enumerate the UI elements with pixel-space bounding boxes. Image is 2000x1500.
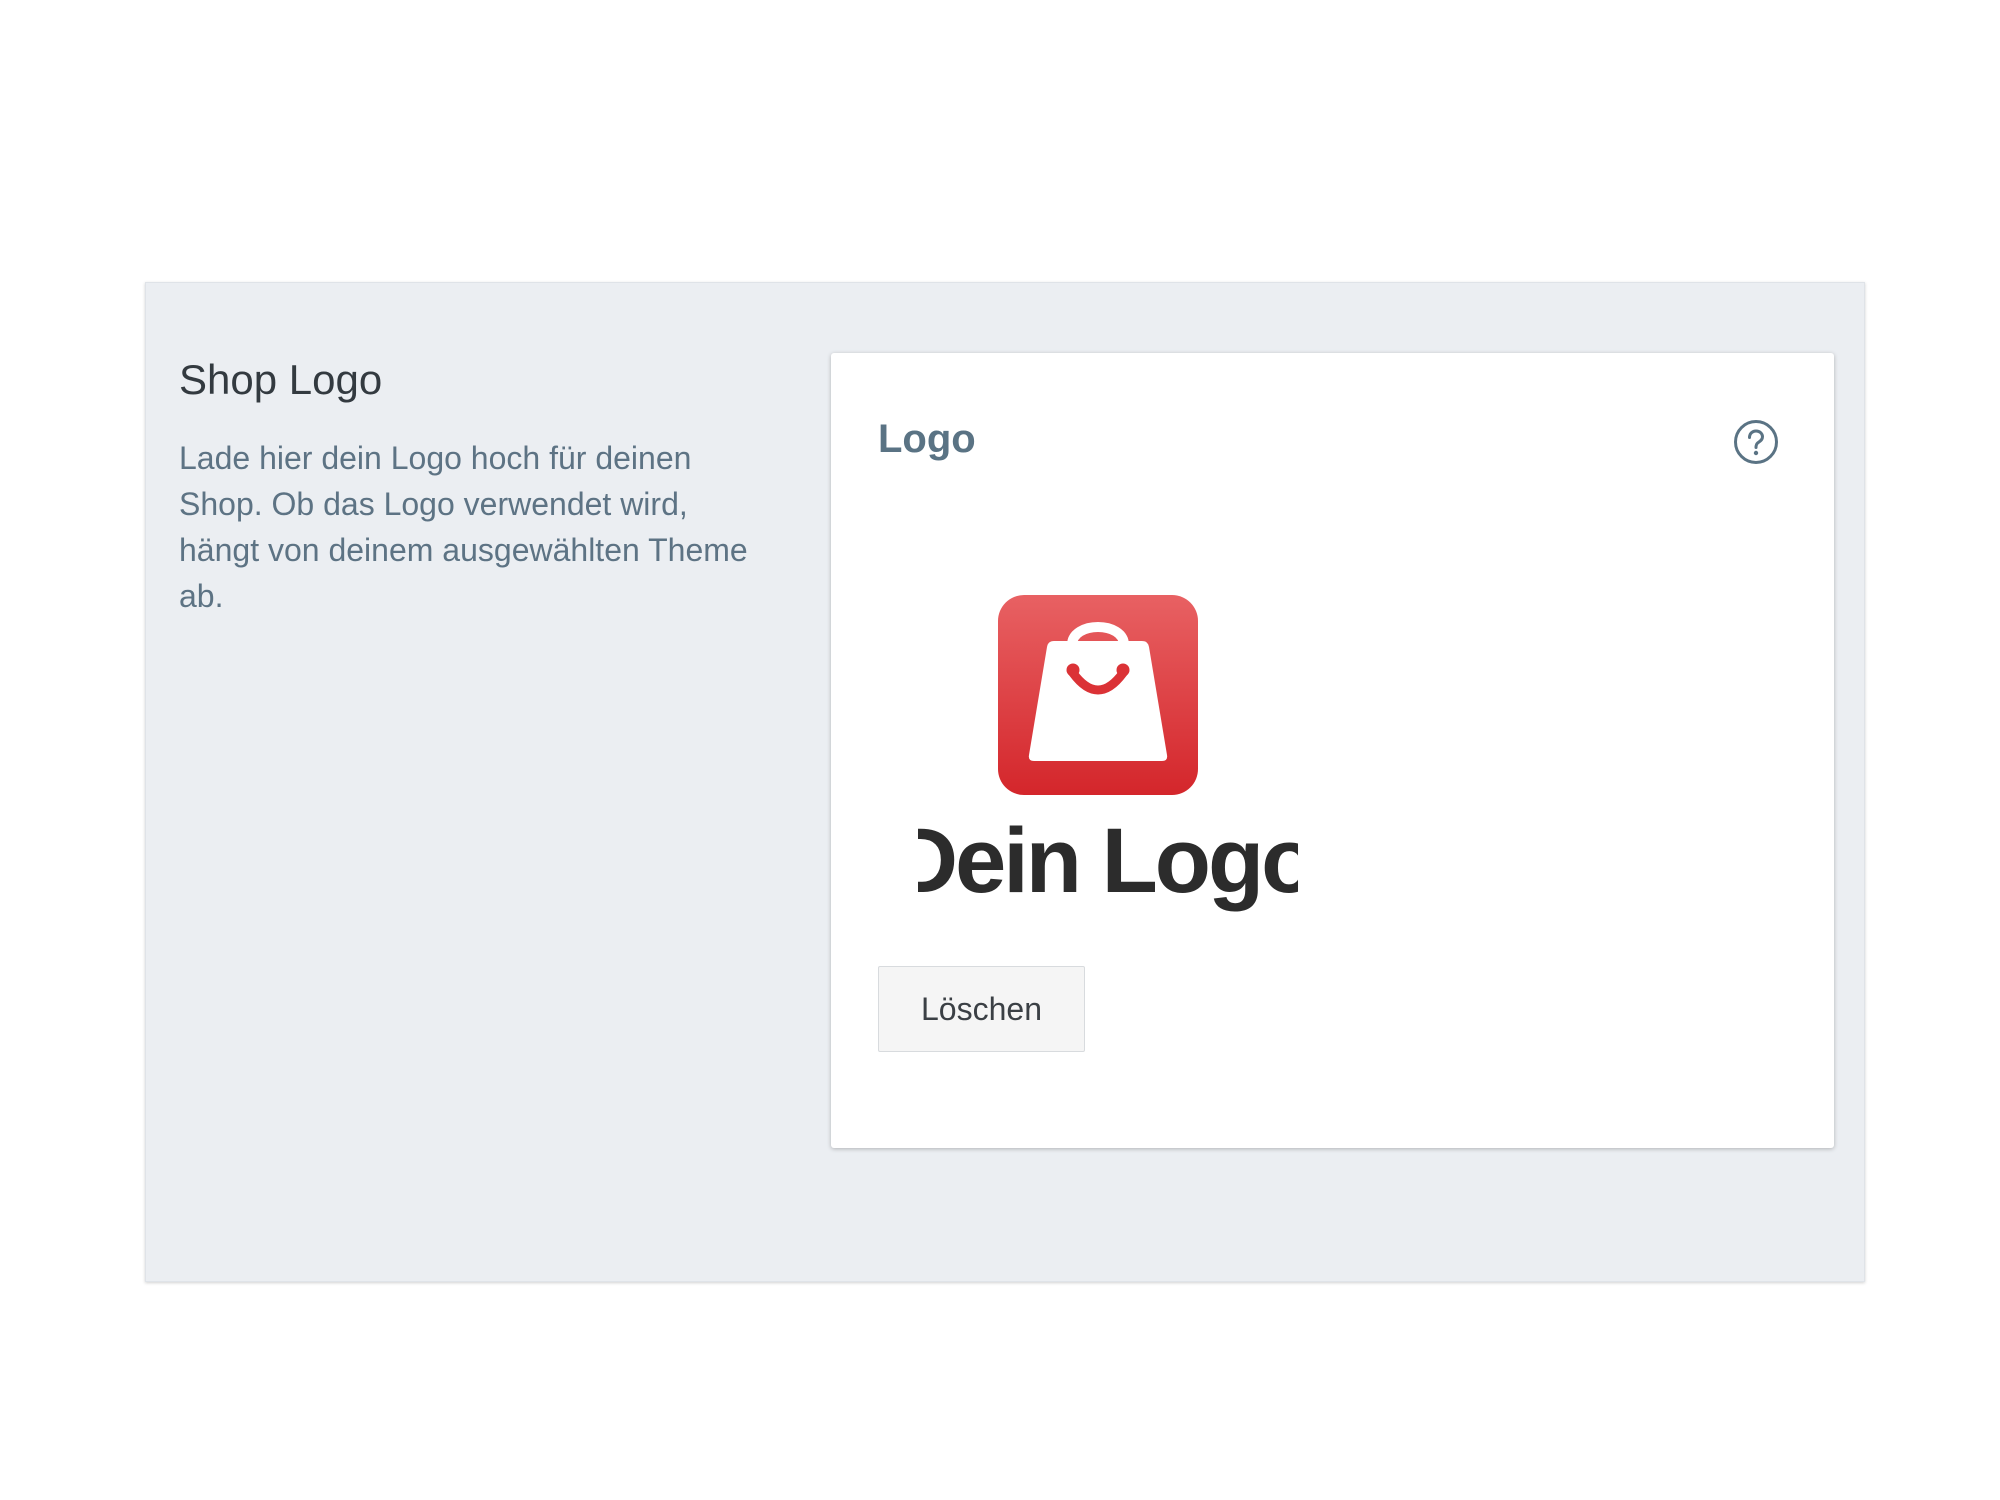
logo-text: Dein Logo <box>918 810 1298 912</box>
delete-button[interactable]: Löschen <box>878 966 1085 1052</box>
card-title: Logo <box>878 417 976 461</box>
help-icon[interactable] <box>1732 418 1780 466</box>
shopping-bag-icon <box>998 595 1198 795</box>
section-description: Lade hier dein Logo hoch für deinen Shop… <box>179 440 748 614</box>
dein-logo-image: Dein Logo <box>918 595 1298 912</box>
logo-card: Logo Dein Logo Löschen <box>831 353 1834 1148</box>
section-title: Shop Logo <box>179 356 383 403</box>
logo-preview: Dein Logo <box>918 595 1298 925</box>
shop-logo-section: Shop Logo Lade hier dein Logo hoch für d… <box>145 282 1865 1282</box>
